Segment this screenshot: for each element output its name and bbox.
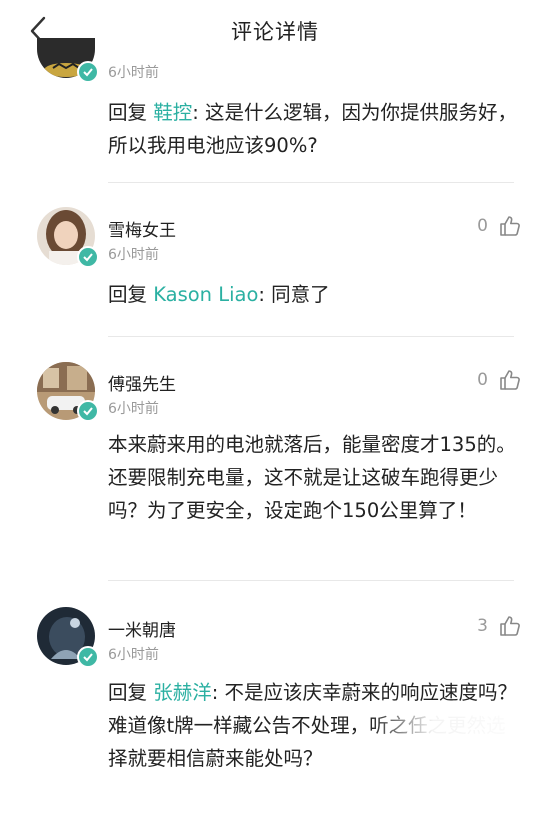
- like-button[interactable]: 0: [477, 213, 522, 239]
- like-count: 3: [477, 616, 488, 636]
- mention-link[interactable]: 鞋控: [153, 101, 192, 124]
- like-count: 0: [477, 216, 488, 236]
- comment-content: : 同意了: [258, 283, 330, 306]
- comment-time: 6小时前: [108, 401, 159, 417]
- user-name[interactable]: 雪梅女王: [108, 216, 176, 241]
- overlay-fade: [370, 712, 550, 812]
- comment-time: 6小时前: [108, 247, 159, 263]
- verified-badge: [77, 246, 99, 268]
- mention-link[interactable]: Kason Liao: [153, 283, 258, 306]
- user-name[interactable]: 傅强先生: [108, 370, 176, 395]
- verified-badge: [77, 646, 99, 668]
- like-button[interactable]: 0: [477, 367, 522, 393]
- user-name[interactable]: 一米朝唐: [108, 616, 176, 641]
- comment-text: 回复 鞋控: 这是什么逻辑，因为你提供服务好，所以我用电池应该90%?: [108, 96, 518, 162]
- verified-badge: [77, 61, 99, 83]
- like-button[interactable]: 3: [477, 613, 522, 639]
- reply-prefix: 回复: [108, 283, 154, 306]
- reply-prefix: 回复: [108, 681, 154, 704]
- comment-time: 6小时前: [108, 65, 159, 81]
- thumbs-up-icon: [500, 616, 520, 636]
- divider: [108, 580, 514, 581]
- divider: [108, 336, 514, 337]
- comment-text: 回复 Kason Liao: 同意了: [108, 278, 518, 311]
- comment-text: 本来蔚来用的电池就落后，能量密度才135的。还要限制充电量，这不就是让这破车跑得…: [108, 433, 516, 522]
- thumbs-up-icon: [500, 216, 520, 236]
- divider: [108, 182, 514, 183]
- like-count: 0: [477, 370, 488, 390]
- verified-badge: [77, 400, 99, 422]
- mention-link[interactable]: 张赫洋: [153, 681, 212, 704]
- reply-prefix: 回复: [108, 101, 154, 124]
- thumbs-up-icon: [500, 370, 520, 390]
- comment-time: 6小时前: [108, 647, 159, 663]
